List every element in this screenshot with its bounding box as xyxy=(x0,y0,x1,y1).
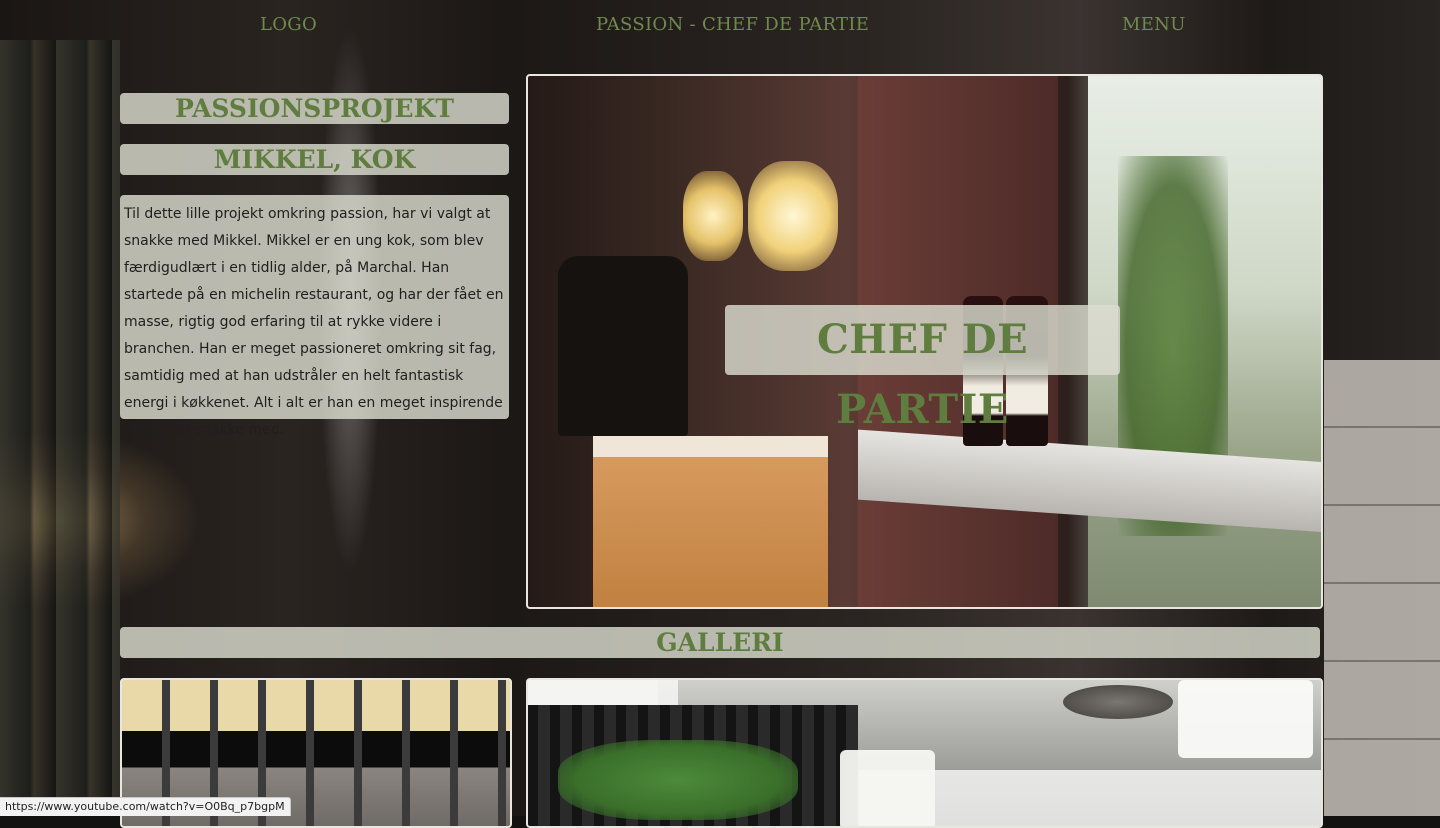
gallery-plate xyxy=(1063,685,1173,719)
gallery-container xyxy=(840,750,935,828)
heading-passionsprojekt: PASSIONSPROJEKT xyxy=(120,93,509,124)
hero-title-chef-de-partie: CHEF DE PARTIE xyxy=(725,305,1120,375)
gallery-image-2[interactable] xyxy=(526,678,1323,828)
gallery-herbs xyxy=(558,740,798,820)
heading-galleri: GALLERI xyxy=(120,627,1320,658)
nav-menu-link[interactable]: MENU xyxy=(1122,14,1186,35)
hero-wall-lamp xyxy=(683,171,743,261)
nav-title-link[interactable]: PASSION - CHEF DE PARTIE xyxy=(596,14,869,35)
hero-coat-rack xyxy=(558,256,688,436)
intro-text-box: Til dette lille projekt omkring passion,… xyxy=(120,195,509,419)
gallery-container xyxy=(1178,680,1313,758)
top-navigation: LOGO PASSION - CHEF DE PARTIE MENU xyxy=(0,0,1440,54)
nav-logo-link[interactable]: LOGO xyxy=(260,14,317,35)
background-wine-bottles xyxy=(0,40,120,800)
heading-mikkel-kok: MIKKEL, KOK xyxy=(120,144,509,175)
hero-wall-lamp xyxy=(748,161,838,271)
hero-cabinet xyxy=(593,436,828,609)
status-bar-link-preview: https://www.youtube.com/watch?v=O0Bq_p7b… xyxy=(0,797,291,816)
background-tiles xyxy=(1324,360,1440,816)
